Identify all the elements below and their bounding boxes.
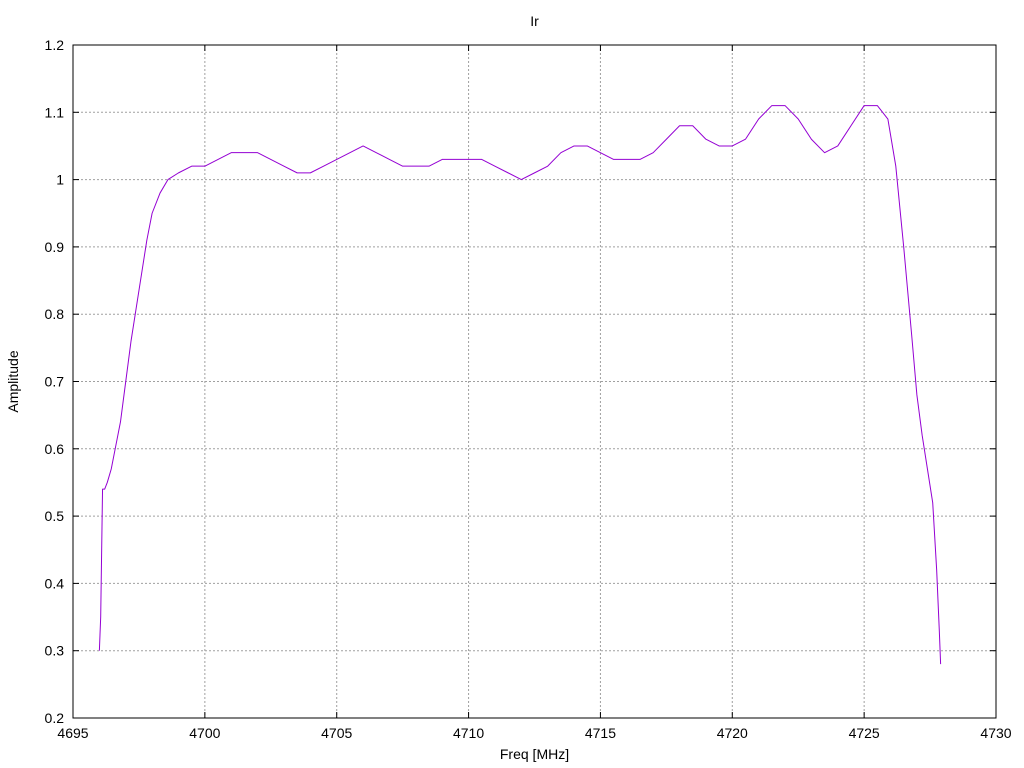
y-tick-label: 1.2 — [45, 37, 65, 53]
tick-labels: 4695 4700 4705 4710 4715 4720 4725 4730 0.2 0.3 0.… — [45, 37, 1012, 741]
x-tick-label: 4700 — [189, 725, 220, 741]
grid — [73, 45, 996, 718]
x-tick-label: 4710 — [453, 725, 484, 741]
y-tick-label: 0.7 — [45, 374, 65, 390]
y-tick-label: 0.2 — [45, 710, 65, 726]
y-tick-label: 0.8 — [45, 306, 65, 322]
x-tick-label: 4730 — [980, 725, 1011, 741]
y-tick-label: 0.3 — [45, 643, 65, 659]
x-tick-label: 4715 — [585, 725, 616, 741]
y-axis-label: Amplitude — [5, 350, 21, 412]
x-axis-label: Freq [MHz] — [500, 746, 569, 762]
y-tick-label: 0.6 — [45, 441, 65, 457]
x-tick-label: 4725 — [849, 725, 880, 741]
chart-title: Ir — [530, 13, 539, 29]
series-layer — [98, 105, 942, 665]
y-tick-label: 0.5 — [45, 508, 65, 524]
y-tick-label: 0.4 — [45, 575, 65, 591]
y-tick-label: 0.9 — [45, 239, 65, 255]
x-tick-label: 4695 — [57, 725, 88, 741]
y-tick-label: 1 — [56, 172, 64, 188]
x-tick-label: 4705 — [321, 725, 352, 741]
line-chart: 4695 4700 4705 4710 4715 4720 4725 4730 0.2 0.3 0.… — [5, 13, 1012, 762]
x-tick-label: 4720 — [717, 725, 748, 741]
series-line — [98, 105, 942, 665]
y-tick-label: 1.1 — [45, 104, 65, 120]
chart-container: 4695 4700 4705 4710 4715 4720 4725 4730 0.2 0.3 0.… — [0, 0, 1024, 768]
